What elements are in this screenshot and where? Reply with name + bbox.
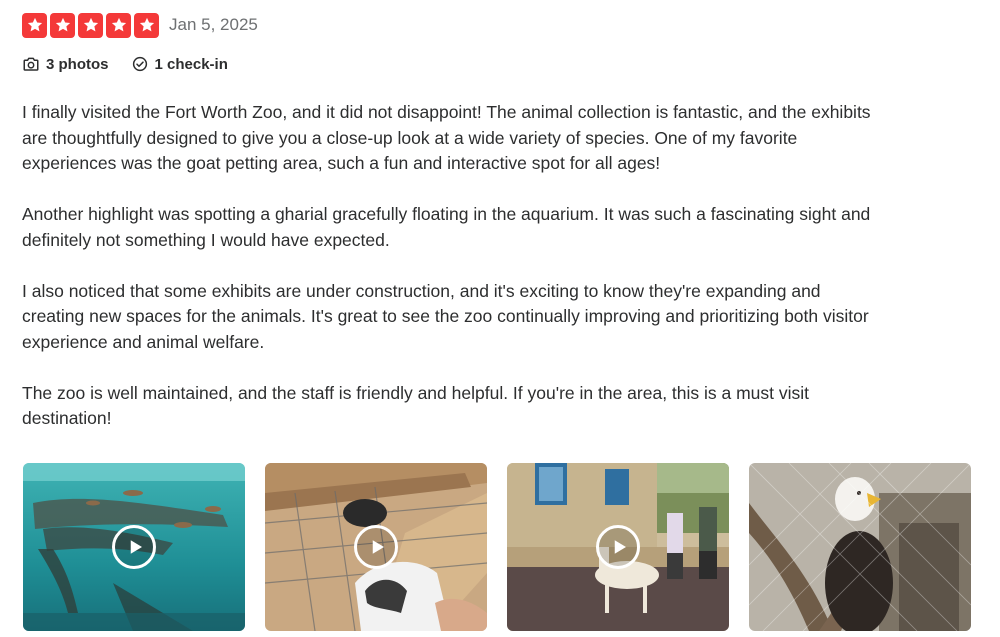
star-icon [78, 12, 103, 38]
play-icon [130, 540, 142, 554]
review-date: Jan 5, 2025 [169, 15, 258, 34]
video-thumbnail[interactable] [265, 463, 487, 631]
photos-link[interactable]: 3 photos [22, 55, 109, 73]
review-meta: 3 photos 1 check-in [22, 54, 250, 74]
checkin-item: 1 check-in [131, 55, 228, 73]
star-icon [22, 12, 47, 38]
checkin-count: 1 check-in [154, 55, 228, 73]
review-text: I finally visited the Fort Worth Zoo, an… [22, 100, 872, 457]
star-icon [50, 12, 75, 38]
review-paragraph: I finally visited the Fort Worth Zoo, an… [22, 102, 871, 173]
star-icon [106, 12, 131, 38]
star-rating [22, 12, 159, 38]
bald-eagle-image [749, 463, 971, 631]
camera-icon [23, 57, 39, 71]
video-thumbnail[interactable] [23, 463, 245, 631]
media-gallery [23, 463, 971, 631]
play-icon [614, 540, 626, 554]
video-thumbnail[interactable] [507, 463, 729, 631]
review-paragraph: I also noticed that some exhibits are un… [22, 280, 869, 352]
star-icon [134, 12, 159, 38]
play-button[interactable] [354, 525, 398, 569]
checkin-icon [132, 56, 147, 72]
photo-thumbnail[interactable] [749, 463, 971, 631]
play-button[interactable] [596, 525, 640, 569]
rating-row: Jan 5, 2025 [22, 11, 258, 39]
photos-count: 3 photos [46, 55, 109, 73]
review-paragraph: Another highlight was spotting a gharial… [22, 204, 871, 250]
review-paragraph: The zoo is well maintained, and the staf… [22, 382, 810, 429]
play-icon [372, 540, 384, 554]
play-button[interactable] [112, 525, 156, 569]
